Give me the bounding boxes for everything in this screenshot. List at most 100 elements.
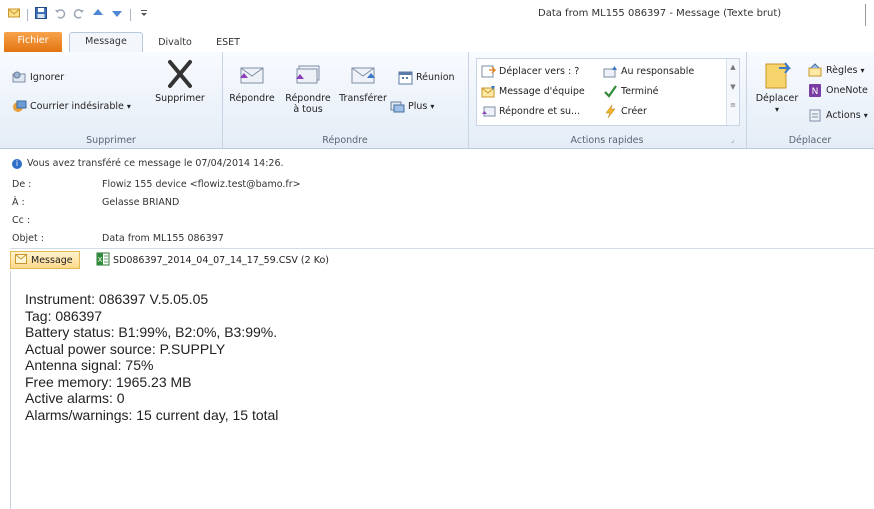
repondre-a-tous-button[interactable]: Répondre à tous xyxy=(280,58,336,115)
chevron-down-icon: ▾ xyxy=(774,105,779,114)
from-row: De : Flowiz 155 device <flowiz.test@bamo.… xyxy=(12,179,301,190)
envelope-icon xyxy=(8,7,20,22)
message-equipe-button[interactable]: Message d'équipe xyxy=(481,84,585,99)
body-line: Alarms/warnings: 15 current day, 15 tota… xyxy=(25,406,279,423)
deplacer-vers-button[interactable]: Déplacer vers : ? xyxy=(481,64,579,79)
message-body-text: Instrument: 086397 V.5.05.05 Tag: 086397… xyxy=(25,291,278,423)
title-divider xyxy=(865,4,866,26)
tab-fichier[interactable]: Fichier xyxy=(4,32,62,52)
tab-eset[interactable]: ESET xyxy=(206,34,250,52)
quick-steps-scrollbar[interactable]: ▲ ▼ ≡ xyxy=(726,59,739,125)
junk-mail-icon xyxy=(12,99,27,114)
ignore-icon xyxy=(12,70,27,85)
forward-icon xyxy=(347,58,379,90)
redo-icon[interactable] xyxy=(73,7,85,22)
body-line: Active alarms: 0 xyxy=(25,390,125,406)
body-line: Free memory: 1965.23 MB xyxy=(25,373,192,390)
chevron-down-icon: ▾ xyxy=(126,102,131,111)
attachment-file[interactable]: X SD086397_2014_04_07_14_17_59.CSV (2 Ko… xyxy=(96,252,329,269)
au-responsable-button[interactable]: Au responsable xyxy=(603,64,694,79)
body-line: Instrument: 086397 V.5.05.05 xyxy=(25,291,209,307)
cc-label: Cc : xyxy=(12,215,31,226)
lightning-icon xyxy=(603,104,618,119)
quick-steps-gallery: Déplacer vers : ? Message d'équipe Répon… xyxy=(476,58,740,126)
ignorer-button[interactable]: Ignorer xyxy=(12,70,64,85)
group-deplacer: Déplacer ▾ Règles ▾ N OneNote Actions ▾ … xyxy=(746,52,874,148)
chevron-down-icon: ▾ xyxy=(430,102,435,111)
reply-icon xyxy=(236,58,268,90)
onenote-button[interactable]: N OneNote xyxy=(808,83,868,98)
expand-gallery-icon[interactable]: ≡ xyxy=(727,101,739,109)
envelope-icon xyxy=(15,253,27,267)
reply-all-icon xyxy=(292,58,324,90)
svg-text:X: X xyxy=(98,256,103,264)
customize-qat-icon[interactable] xyxy=(138,7,150,22)
qat-separator xyxy=(27,8,28,21)
group-label-deplacer: Déplacer xyxy=(788,135,832,146)
undo-icon[interactable] xyxy=(54,7,66,22)
message-tab-button[interactable]: Message xyxy=(10,251,80,269)
to-value[interactable]: Gelasse BRIAND xyxy=(102,197,179,208)
repondre-supprimer-button[interactable]: Répondre et su... xyxy=(481,104,580,119)
scroll-down-icon[interactable]: ▼ xyxy=(727,83,739,91)
to-label: À : xyxy=(12,197,25,208)
chevron-down-icon: ▾ xyxy=(860,66,865,75)
group-label-supprimer: Supprimer xyxy=(86,135,136,146)
regles-button[interactable]: Règles ▾ xyxy=(808,63,865,78)
plus-button[interactable]: Plus ▾ xyxy=(390,99,434,114)
svg-text:N: N xyxy=(812,87,819,97)
repondre-button[interactable]: Répondre xyxy=(226,58,278,104)
scroll-up-icon[interactable]: ▲ xyxy=(727,63,739,71)
from-value[interactable]: Flowiz 155 device <flowiz.test@bamo.fr> xyxy=(102,179,301,190)
quick-access-toolbar xyxy=(8,7,150,22)
from-label: De : xyxy=(12,179,32,190)
body-line: Antenna signal: 75% xyxy=(25,357,154,373)
actions-icon xyxy=(808,108,823,123)
info-icon: i xyxy=(12,158,22,169)
move-folder-icon xyxy=(761,58,793,90)
transferer-button[interactable]: Transférer xyxy=(336,58,390,104)
group-repondre: Répondre Répondre à tous Transférer Réun… xyxy=(222,52,469,148)
body-line: Actual power source: P.SUPPLY xyxy=(25,340,226,357)
courrier-indesirable-button[interactable]: Courrier indésirable ▾ xyxy=(12,99,131,114)
down-arrow-icon[interactable] xyxy=(111,7,123,22)
onenote-icon: N xyxy=(808,83,823,98)
move-to-icon xyxy=(481,64,497,79)
actions-button[interactable]: Actions ▾ xyxy=(808,108,868,123)
rules-icon xyxy=(808,63,823,78)
group-label-actions-rapides: Actions rapides xyxy=(570,135,644,146)
tab-divalto[interactable]: Divalto xyxy=(150,34,200,52)
group-supprimer: Ignorer Courrier indésirable ▾ Supprimer… xyxy=(0,52,223,148)
checkmark-icon xyxy=(603,84,618,99)
reply-delete-icon xyxy=(481,104,496,119)
subject-label: Objet : xyxy=(12,233,44,244)
manager-icon xyxy=(603,64,618,79)
to-row: À : Gelasse BRIAND xyxy=(12,197,179,208)
attachments-bar: Message X SD086397_2014_04_07_14_17_59.C… xyxy=(10,248,874,272)
cc-row: Cc : xyxy=(12,215,102,226)
termine-button[interactable]: Terminé xyxy=(603,84,659,99)
qat-separator xyxy=(130,8,131,21)
save-icon[interactable] xyxy=(35,7,47,22)
calendar-icon xyxy=(398,70,413,85)
subject-row: Objet : Data from ML155 086397 xyxy=(12,233,224,244)
deplacer-button[interactable]: Déplacer ▾ xyxy=(754,58,800,115)
forward-info: i Vous avez transféré ce message le 07/0… xyxy=(12,158,284,169)
chevron-down-icon: ▾ xyxy=(863,111,868,120)
creer-button[interactable]: Créer xyxy=(603,104,647,119)
dialog-launcher-icon[interactable]: ⌟ xyxy=(731,136,734,144)
tab-message[interactable]: Message xyxy=(69,32,143,54)
body-line: Tag: 086397 xyxy=(25,307,103,324)
body-line: Battery status: B1:99%, B2:0%, B3:99%. xyxy=(25,324,278,340)
up-arrow-icon[interactable] xyxy=(92,7,104,22)
team-mail-icon xyxy=(481,84,496,99)
ribbon-tabs: Fichier Message Divalto ESET xyxy=(0,30,874,54)
window-title: Data from ML155 086397 - Message (Texte … xyxy=(538,8,782,19)
title-bar: Data from ML155 086397 - Message (Texte … xyxy=(0,0,874,30)
group-label-repondre: Répondre xyxy=(322,135,368,146)
subject-value: Data from ML155 086397 xyxy=(102,233,224,244)
delete-x-icon xyxy=(164,58,196,90)
reunion-button[interactable]: Réunion xyxy=(398,70,455,85)
message-body[interactable]: Instrument: 086397 V.5.05.05 Tag: 086397… xyxy=(10,271,874,509)
supprimer-button[interactable]: Supprimer xyxy=(152,58,208,104)
